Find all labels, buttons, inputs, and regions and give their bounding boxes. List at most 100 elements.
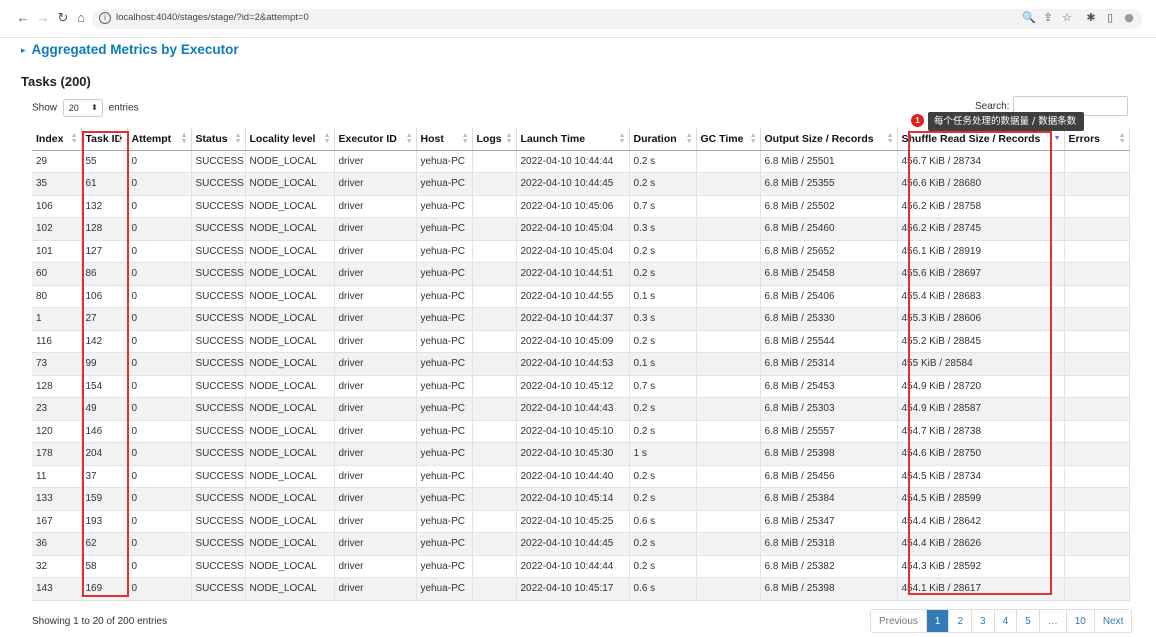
sort-icon[interactable]: ▲ ▼: [462, 132, 469, 145]
table-cell: NODE_LOCAL: [245, 510, 335, 533]
back-arrow-icon[interactable]: ←: [14, 9, 32, 27]
bookmark-star-icon[interactable]: ☆: [1060, 10, 1074, 26]
column-header-locality-level[interactable]: Locality level ▲ ▼: [245, 128, 335, 151]
table-cell: 0: [127, 487, 192, 511]
table-cell: NODE_LOCAL: [245, 397, 335, 421]
sort-icon[interactable]: ▲ ▼: [71, 132, 78, 145]
sort-icon[interactable]: ▲ ▼: [406, 132, 413, 145]
search-label: Search:: [975, 101, 1010, 112]
pagination-page-10[interactable]: 10: [1066, 610, 1095, 632]
sort-icon[interactable]: ▲ ▼: [324, 132, 331, 145]
table-cell: SUCCESS: [191, 240, 246, 263]
table-cell: yehua-PC: [416, 487, 473, 511]
extensions-icon[interactable]: ✱: [1084, 10, 1098, 26]
table-cell: 0: [127, 465, 192, 488]
sort-icon[interactable]: ▲ ▼: [181, 132, 188, 145]
table-cell: 159: [81, 487, 128, 511]
page-length-select[interactable]: 20 ⬍: [62, 99, 103, 117]
address-bar[interactable]: i localhost:4040/stages/stage/?id=2&atte…: [92, 9, 1142, 29]
table-cell: 6.8 MiB / 25460: [760, 217, 898, 241]
sort-icon[interactable]: ▲ ▼: [117, 132, 124, 145]
table-cell: 58: [81, 555, 128, 578]
column-header-index[interactable]: Index ▲ ▼: [32, 128, 82, 151]
table-cell: 36: [32, 532, 82, 556]
column-header-label: Errors: [1068, 132, 1101, 145]
table-cell: [472, 285, 517, 308]
table-cell: 106: [32, 195, 82, 218]
table-cell: 6.8 MiB / 25544: [760, 330, 898, 353]
sort-icon[interactable]: ▲ ▼: [506, 132, 513, 145]
table-cell: 454.7 KiB / 28738: [897, 420, 1065, 443]
column-header-errors[interactable]: Errors ▲ ▼: [1064, 128, 1130, 151]
column-header-launch-time[interactable]: Launch Time ▲ ▼: [516, 128, 630, 151]
table-row: 36 62 0 SUCCESS NODE_LOCAL driver yehua-PC 2022…: [32, 532, 1130, 556]
table-cell: SUCCESS: [191, 352, 246, 376]
table-cell: 178: [32, 442, 82, 466]
column-header-label: Launch Time: [520, 132, 586, 145]
table-cell: [1064, 375, 1130, 398]
home-icon[interactable]: ⌂: [72, 9, 90, 27]
table-cell: 454.6 KiB / 28750: [897, 442, 1065, 466]
table-cell: driver: [334, 577, 417, 601]
sort-icon[interactable]: ▲ ▼: [235, 132, 242, 145]
sort-icon[interactable]: ▲ ▼: [1119, 132, 1126, 145]
pagination-previous-button[interactable]: Previous: [871, 610, 927, 632]
pagination-next-button[interactable]: Next: [1094, 610, 1132, 632]
pagination-page-2[interactable]: 2: [949, 610, 973, 632]
sort-icon[interactable]: ▲ ▼: [619, 132, 626, 145]
table-cell: yehua-PC: [416, 442, 473, 466]
column-header-output-size-records[interactable]: Output Size / Records ▲ ▼: [760, 128, 898, 151]
zoom-icon[interactable]: 🔍: [1022, 10, 1036, 26]
table-cell: 455.4 KiB / 28683: [897, 285, 1065, 308]
table-cell: driver: [334, 510, 417, 533]
pagination-page-1[interactable]: 1: [926, 610, 950, 632]
pagination-page-3[interactable]: 3: [972, 610, 995, 632]
column-header-executor-id[interactable]: Executor ID ▲ ▼: [334, 128, 417, 151]
table-cell: 6.8 MiB / 25384: [760, 487, 898, 511]
url-text[interactable]: localhost:4040/stages/stage/?id=2&attemp…: [116, 12, 309, 23]
site-info-icon[interactable]: i: [99, 12, 111, 24]
table-cell: yehua-PC: [416, 510, 473, 533]
column-header-host[interactable]: Host ▲ ▼: [416, 128, 473, 151]
table-cell: 6.8 MiB / 25318: [760, 532, 898, 556]
sort-icon[interactable]: ▲ ▼: [686, 132, 693, 145]
table-cell: [696, 352, 761, 376]
column-header-shuffle-read-size-records[interactable]: Shuffle Read Size / Records ▼: [897, 128, 1065, 151]
sort-icon[interactable]: ▲ ▼: [887, 132, 894, 145]
table-row: 23 49 0 SUCCESS NODE_LOCAL driver yehua-PC 2022…: [32, 397, 1130, 421]
pagination-page-5[interactable]: 5: [1017, 610, 1040, 632]
table-cell: [1064, 510, 1130, 533]
column-header-attempt[interactable]: Attempt ▲ ▼: [127, 128, 192, 151]
share-icon[interactable]: ⇪: [1041, 10, 1055, 26]
column-header-duration[interactable]: Duration ▲ ▼: [629, 128, 697, 151]
table-cell: [472, 555, 517, 578]
column-header-logs[interactable]: Logs ▲ ▼: [472, 128, 517, 151]
column-header-task-id[interactable]: Task ID ▲ ▼: [81, 128, 128, 151]
table-cell: [472, 510, 517, 533]
table-cell: [696, 262, 761, 286]
table-cell: NODE_LOCAL: [245, 532, 335, 556]
sort-desc-icon[interactable]: ▼: [1054, 135, 1061, 142]
aggregated-metrics-toggle[interactable]: ▸ Aggregated Metrics by Executor: [21, 42, 239, 57]
table-cell: driver: [334, 307, 417, 331]
table-cell: 0.1 s: [629, 285, 697, 308]
table-cell: SUCCESS: [191, 577, 246, 601]
profile-avatar-icon[interactable]: ●: [1122, 10, 1136, 26]
sort-icon[interactable]: ▲ ▼: [750, 132, 757, 145]
table-cell: SUCCESS: [191, 150, 246, 173]
table-cell: 2022-04-10 10:44:55: [516, 285, 630, 308]
expand-arrow-icon: ▸: [21, 45, 26, 55]
column-header-status[interactable]: Status ▲ ▼: [191, 128, 246, 151]
forward-arrow-icon[interactable]: →: [34, 9, 52, 27]
table-cell: 0: [127, 375, 192, 398]
table-cell: 62: [81, 532, 128, 556]
table-cell: 0.6 s: [629, 510, 697, 533]
table-cell: 456.7 KiB / 28734: [897, 150, 1065, 173]
pagination-page-4[interactable]: 4: [994, 610, 1018, 632]
table-row: 101 127 0 SUCCESS NODE_LOCAL driver yehua-PC 20…: [32, 240, 1130, 263]
table-cell: SUCCESS: [191, 285, 246, 308]
column-header-gc-time[interactable]: GC Time ▲ ▼: [696, 128, 761, 151]
table-row: 11 37 0 SUCCESS NODE_LOCAL driver yehua-PC 2022…: [32, 465, 1130, 488]
reload-icon[interactable]: ↻: [54, 9, 72, 27]
side-panel-icon[interactable]: ▯: [1103, 10, 1117, 26]
